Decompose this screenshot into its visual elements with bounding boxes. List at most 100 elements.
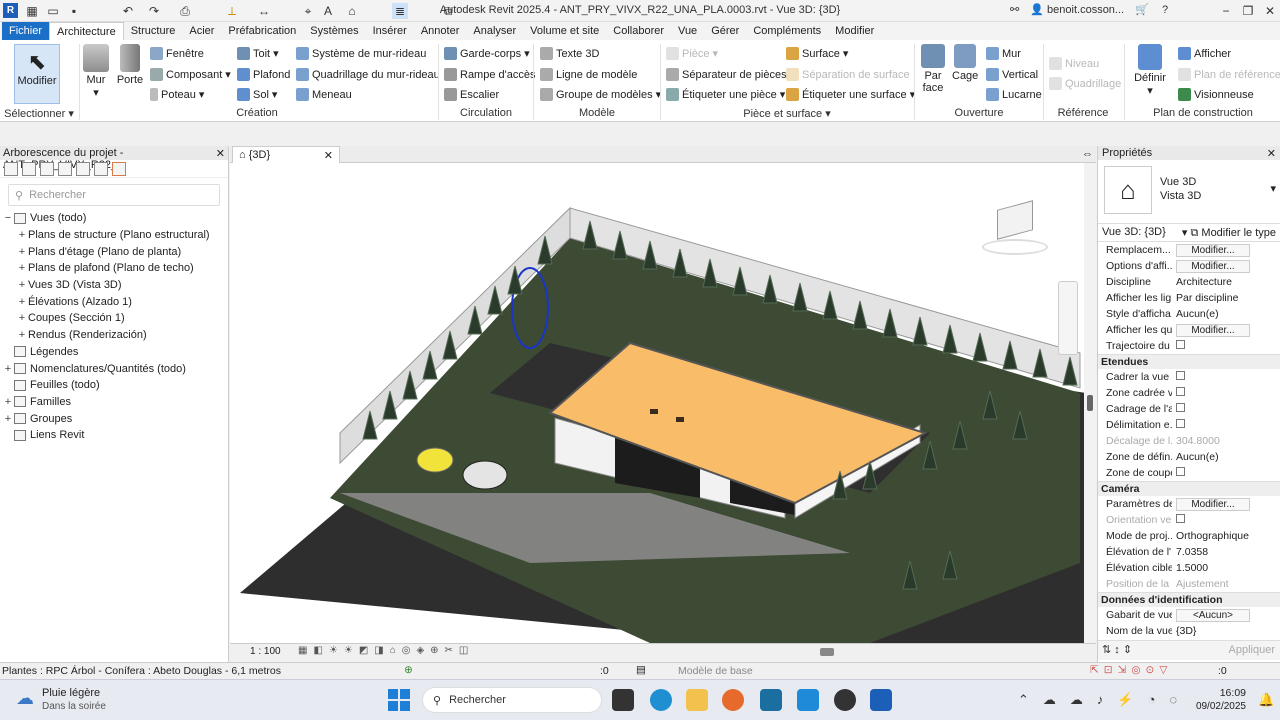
dormer-button[interactable]: Lucarne bbox=[986, 88, 1042, 101]
browser-item[interactable]: Feuilles (todo) bbox=[0, 377, 228, 394]
mullion-button[interactable]: Meneau bbox=[296, 88, 352, 101]
revit-logo-icon[interactable]: R bbox=[3, 3, 18, 18]
checkbox[interactable] bbox=[1176, 467, 1185, 476]
tab-modifier[interactable]: Modifier bbox=[828, 22, 881, 40]
expand-icon[interactable]: + bbox=[16, 229, 28, 241]
set-workplane-button[interactable]: Définir ▾ bbox=[1130, 44, 1170, 97]
dimension-icon[interactable]: ↔ bbox=[256, 3, 272, 19]
tab-collaborer[interactable]: Collaborer bbox=[606, 22, 671, 40]
browser-item[interactable]: − Vues (todo) bbox=[0, 210, 228, 227]
browser-item[interactable]: + Coupes (Sección 1) bbox=[0, 310, 228, 327]
close-properties-icon[interactable]: ✕ bbox=[1267, 147, 1276, 160]
edit-button[interactable]: Modifier... bbox=[1176, 323, 1250, 337]
property-edit-button[interactable]: <Aucun> bbox=[1172, 608, 1280, 622]
3d-viewport[interactable] bbox=[230, 163, 1086, 643]
ref-plane-button[interactable]: Plan de référence bbox=[1178, 68, 1280, 81]
shaft-button[interactable]: Cage bbox=[952, 44, 978, 82]
property-value[interactable]: 7.0358 bbox=[1172, 546, 1280, 558]
property-edit-button[interactable]: Modifier... bbox=[1172, 323, 1280, 337]
browser-sheet-icon[interactable] bbox=[40, 162, 54, 176]
redo-icon[interactable]: ↷ bbox=[146, 3, 162, 19]
model-group-button[interactable]: Groupe de modèles ▾ bbox=[540, 88, 661, 101]
wire-car[interactable] bbox=[462, 460, 508, 490]
taskbar-search[interactable]: ⚲ Rechercher bbox=[422, 687, 602, 713]
window-button[interactable]: Fenêtre bbox=[150, 47, 204, 60]
property-value[interactable]: Ajustement bbox=[1172, 578, 1280, 590]
weather-title[interactable]: Pluie légère bbox=[42, 687, 100, 699]
help-icon[interactable]: ? bbox=[1162, 4, 1168, 16]
viewcube[interactable] bbox=[982, 199, 1048, 255]
tab-architecture[interactable]: Architecture bbox=[49, 22, 124, 40]
tag-room-button[interactable]: Étiqueter une pièce ▾ bbox=[666, 88, 785, 101]
model-line-button[interactable]: Ligne de modèle bbox=[540, 68, 637, 81]
ceiling-button[interactable]: Plafond bbox=[237, 68, 290, 81]
maximize-icon[interactable]: ❐ bbox=[1240, 3, 1256, 19]
selection-toggle-icons[interactable]: ⇱⊡⇲◎⊙▽ bbox=[1090, 664, 1172, 676]
close-view-icon[interactable]: ✕ bbox=[324, 149, 333, 162]
collapse-icon[interactable]: − bbox=[2, 212, 14, 224]
property-edit-button[interactable]: Modifier... bbox=[1172, 243, 1280, 257]
property-value[interactable]: Aucun(e) bbox=[1172, 451, 1280, 463]
type-selector[interactable]: ⌂ Vue 3D Vista 3D ▾ bbox=[1098, 160, 1280, 224]
open-icon[interactable]: ▭ bbox=[45, 3, 61, 19]
tab-acier[interactable]: Acier bbox=[182, 22, 221, 40]
sort-icons[interactable]: ⇅ ↕ ⇕ bbox=[1102, 643, 1132, 656]
browser-item[interactable]: Liens Revit bbox=[0, 427, 228, 444]
expand-icon[interactable]: + bbox=[2, 413, 14, 425]
edit-type-button[interactable]: Modifier le type bbox=[1201, 227, 1276, 239]
undo-icon[interactable]: ↶ bbox=[120, 3, 136, 19]
3d-view-icon[interactable]: ⌂ bbox=[344, 3, 360, 19]
chrome-icon[interactable] bbox=[834, 689, 856, 711]
apply-button[interactable]: Appliquer bbox=[1229, 644, 1275, 656]
expand-icon[interactable]: + bbox=[16, 312, 28, 324]
expand-icon[interactable]: + bbox=[16, 262, 28, 274]
browser-family-icon[interactable] bbox=[76, 162, 90, 176]
notification-icon[interactable]: 🔔 bbox=[1258, 692, 1274, 708]
tab-3d-view[interactable]: ⌂ {3D} ✕ bbox=[232, 146, 340, 163]
close-icon[interactable]: ✕ bbox=[1262, 3, 1278, 19]
browser-item[interactable]: Légendes bbox=[0, 344, 228, 361]
tab-volume-site[interactable]: Volume et site bbox=[523, 22, 606, 40]
property-section-header[interactable]: Données d'identification bbox=[1098, 592, 1280, 607]
edit-button[interactable]: Modifier... bbox=[1176, 497, 1250, 511]
browser-group-icon[interactable] bbox=[94, 162, 108, 176]
system-tray-icons[interactable]: ⌃☁☁♪⚡◔◌ bbox=[1018, 692, 1191, 708]
ramp-button[interactable]: Rampe d'accès bbox=[444, 68, 535, 81]
property-checkbox[interactable] bbox=[1172, 514, 1280, 526]
expand-icon[interactable]: + bbox=[16, 329, 28, 341]
edge-icon[interactable] bbox=[650, 689, 672, 711]
column-button[interactable]: Poteau ▾ bbox=[150, 88, 204, 101]
binoculars-icon[interactable]: ⚯ bbox=[1010, 4, 1019, 16]
wall-opening-button[interactable]: Mur bbox=[986, 47, 1021, 60]
model-selector[interactable]: Modèle de base bbox=[678, 665, 753, 677]
design-options-icon[interactable]: ▤ bbox=[636, 664, 646, 676]
tag-area-button[interactable]: Étiqueter une surface ▾ bbox=[786, 88, 915, 101]
tab-fichier[interactable]: Fichier bbox=[2, 22, 50, 40]
view-menu-icon[interactable]: ⇔ bbox=[1082, 148, 1093, 160]
tab-complements[interactable]: Compléments bbox=[746, 22, 828, 40]
browser-item[interactable]: + Vues 3D (Vista 3D) bbox=[0, 277, 228, 294]
checkbox[interactable] bbox=[1176, 419, 1185, 428]
model-text-button[interactable]: Texte 3D bbox=[540, 47, 599, 60]
tab-analyser[interactable]: Analyser bbox=[466, 22, 523, 40]
property-value[interactable]: 1.5000 bbox=[1172, 562, 1280, 574]
property-checkbox[interactable] bbox=[1172, 371, 1280, 383]
firefox-icon[interactable] bbox=[722, 689, 744, 711]
property-value[interactable]: Architecture bbox=[1172, 276, 1280, 288]
browser-item[interactable]: + Nomenclatures/Quantités (todo) bbox=[0, 360, 228, 377]
browser-item[interactable]: + Élévations (Alzado 1) bbox=[0, 293, 228, 310]
grid-button[interactable]: Quadrillage bbox=[1049, 77, 1121, 90]
modify-button[interactable]: ⬉ Modifier bbox=[14, 44, 60, 104]
checkbox[interactable] bbox=[1176, 403, 1185, 412]
home-icon[interactable]: ▦ bbox=[24, 3, 40, 19]
browser-item[interactable]: + Rendus (Renderización) bbox=[0, 327, 228, 344]
property-value[interactable]: {3D} bbox=[1172, 625, 1280, 637]
expand-icon[interactable]: + bbox=[2, 363, 14, 375]
minimize-icon[interactable]: − bbox=[1218, 3, 1234, 19]
view-scale[interactable]: 1 : 100 bbox=[250, 646, 281, 657]
property-checkbox[interactable] bbox=[1172, 340, 1280, 352]
browser-link-icon[interactable] bbox=[112, 162, 126, 176]
property-section-header[interactable]: Caméra bbox=[1098, 481, 1280, 496]
expand-icon[interactable]: + bbox=[16, 246, 28, 258]
instance-selector[interactable]: Vue 3D: {3D} bbox=[1102, 226, 1166, 239]
